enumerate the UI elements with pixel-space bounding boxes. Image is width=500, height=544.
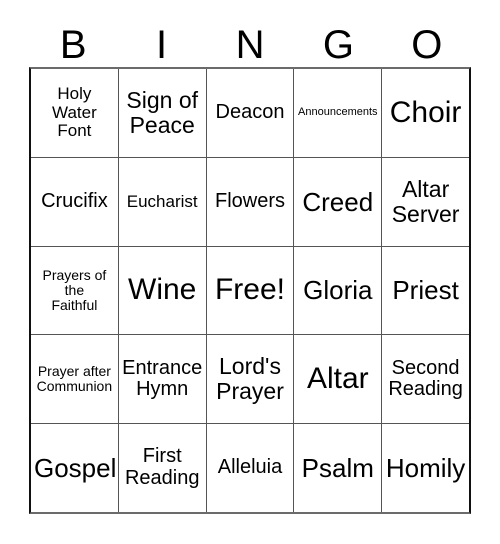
bingo-cell-n1[interactable]: Deacon [205, 69, 294, 157]
bingo-cell-g1[interactable]: Announcements [293, 69, 382, 157]
bingo-cell-g3[interactable]: Gloria [293, 246, 382, 335]
bingo-cell-label: Announcements [298, 105, 378, 118]
bingo-cell-i3[interactable]: Wine [117, 246, 206, 335]
header-letter-o: O [411, 22, 443, 67]
bingo-cell-free-space[interactable]: Free! [205, 246, 294, 335]
bingo-cell-label: Sign of Peace [126, 87, 198, 138]
bingo-cell-b5[interactable]: Gospel [31, 424, 118, 512]
bingo-cell-n2[interactable]: Flowers [205, 157, 294, 246]
bingo-cell-label: Entrance Hymn [122, 356, 203, 401]
bingo-cell-label: Alleluia [217, 456, 283, 479]
bingo-cell-label: Altar Server [391, 175, 460, 227]
bingo-cell-label: Second Reading [388, 356, 463, 401]
bingo-cell-g5[interactable]: Psalm [293, 424, 382, 512]
bingo-cell-label: Prayers of the Faithful [42, 266, 107, 314]
bingo-cell-label: Lord's Prayer [216, 353, 284, 405]
bingo-cell-label: Wine [128, 273, 197, 307]
bingo-cell-n4[interactable]: Lord's Prayer [205, 335, 294, 424]
bingo-cell-o2[interactable]: Altar Server [381, 157, 469, 246]
bingo-cell-label: First Reading [124, 445, 200, 490]
bingo-cell-o5[interactable]: Homily [381, 424, 469, 512]
bingo-card: B I N G O Holy Water Font Sign of Peace … [0, 0, 500, 544]
bingo-cell-label: Psalm [301, 453, 374, 484]
bingo-cell-i2[interactable]: Eucharist [117, 157, 206, 246]
header-letter-n: N [235, 22, 265, 67]
bingo-cell-label: Creed [302, 186, 374, 217]
bingo-cell-b4[interactable]: Prayer after Communion [31, 335, 118, 424]
bingo-row-4: Prayer after Communion Entrance Hymn Lor… [31, 334, 469, 424]
bingo-cell-g4[interactable]: Altar [293, 335, 382, 424]
bingo-cell-i1[interactable]: Sign of Peace [117, 69, 206, 157]
bingo-cell-label: Holy Water Font [52, 84, 97, 141]
bingo-cell-g2[interactable]: Creed [293, 157, 382, 246]
bingo-cell-label: Priest [392, 275, 459, 306]
header-letter-i: I [156, 22, 168, 67]
bingo-cell-label: Free! [214, 273, 285, 307]
bingo-cell-label: Prayer after Communion [36, 363, 113, 395]
bingo-cell-b1[interactable]: Holy Water Font [31, 69, 118, 157]
bingo-cell-b2[interactable]: Crucifix [31, 157, 118, 246]
bingo-cell-label: Choir [389, 95, 462, 129]
bingo-cell-label: Flowers [214, 189, 285, 212]
bingo-row-3: Prayers of the Faithful Wine Free! Glori… [31, 245, 469, 335]
header-letter-b: B [59, 22, 87, 67]
bingo-header: B I N G O [29, 22, 471, 67]
bingo-row-5: Gospel First Reading Alleluia Psalm Homi… [31, 423, 469, 512]
bingo-cell-label: Homily [385, 453, 466, 484]
bingo-cell-b3[interactable]: Prayers of the Faithful [31, 246, 118, 335]
bingo-row-2: Crucifix Eucharist Flowers Creed Altar S… [31, 156, 469, 246]
bingo-cell-label: Gloria [303, 275, 373, 306]
bingo-cell-o1[interactable]: Choir [381, 69, 469, 157]
bingo-cell-label: Deacon [215, 101, 285, 124]
bingo-row-1: Holy Water Font Sign of Peace Deacon Ann… [31, 69, 469, 157]
bingo-cell-i4[interactable]: Entrance Hymn [117, 335, 206, 424]
bingo-cell-n5[interactable]: Alleluia [205, 424, 294, 512]
bingo-cell-label: Eucharist [126, 191, 198, 211]
bingo-cell-o3[interactable]: Priest [381, 246, 469, 335]
bingo-grid: Holy Water Font Sign of Peace Deacon Ann… [29, 67, 471, 514]
header-letter-g: G [322, 22, 354, 67]
bingo-cell-i5[interactable]: First Reading [117, 424, 206, 512]
bingo-cell-label: Altar [306, 362, 369, 396]
bingo-cell-o4[interactable]: Second Reading [381, 335, 469, 424]
bingo-cell-label: Gospel [34, 453, 117, 484]
bingo-cell-label: Crucifix [41, 189, 108, 212]
